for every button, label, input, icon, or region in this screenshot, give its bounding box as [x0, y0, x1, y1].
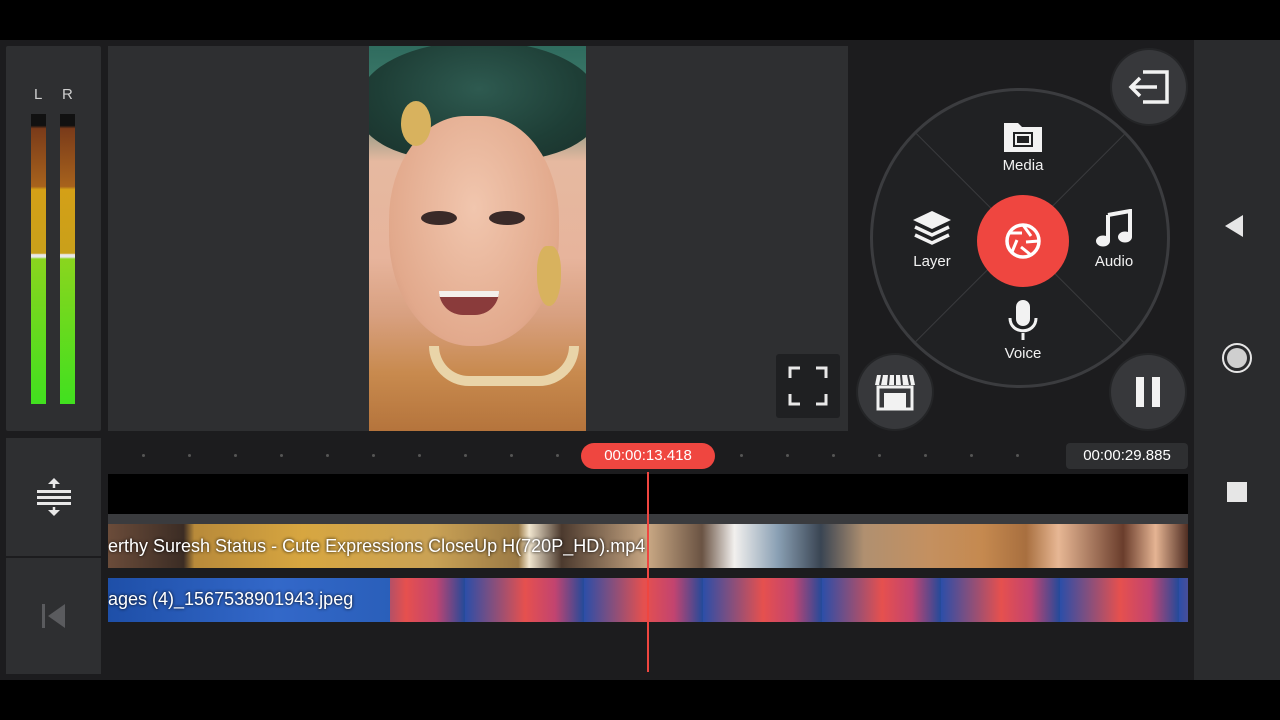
- track-height-icon: [36, 478, 71, 516]
- ruler-tick: [786, 454, 789, 457]
- ruler-tick: [326, 454, 329, 457]
- ruler-tick: [464, 454, 467, 457]
- video-editor: L R Media Layer Audio Voice 00:00:13.418…: [0, 40, 1280, 680]
- skip-to-start-icon: [41, 604, 65, 628]
- timeline-ruler[interactable]: 00:00:13.418 00:00:29.885: [108, 438, 1188, 474]
- system-navigation-bar: [1194, 40, 1280, 680]
- skip-to-start-button[interactable]: [6, 558, 101, 674]
- ruler-tick: [832, 454, 835, 457]
- music-note-icon: [1096, 209, 1132, 247]
- ruler-tick: [280, 454, 283, 457]
- ruler-tick: [740, 454, 743, 457]
- home-icon[interactable]: [1222, 343, 1252, 373]
- playhead[interactable]: [647, 472, 649, 672]
- ruler-tick: [924, 454, 927, 457]
- media-folder-icon: [1004, 123, 1042, 152]
- left-channel-bar: [31, 114, 46, 404]
- preview-frame[interactable]: [369, 46, 586, 431]
- fullscreen-icon: [788, 366, 828, 406]
- ruler-tick: [878, 454, 881, 457]
- track-height-button[interactable]: [6, 438, 101, 556]
- media-label: Media: [1002, 157, 1044, 174]
- ruler-tick: [372, 454, 375, 457]
- ruler-tick: [556, 454, 559, 457]
- audio-label: Audio: [1094, 253, 1134, 270]
- exit-icon: [1128, 70, 1169, 104]
- layer-button[interactable]: Layer: [887, 209, 977, 270]
- ruler-tick: [1016, 454, 1019, 457]
- total-duration: 00:00:29.885: [1066, 443, 1188, 469]
- right-channel-label: R: [62, 86, 73, 103]
- current-time-indicator: 00:00:13.418: [581, 443, 715, 469]
- preview-panel: [108, 46, 848, 431]
- ruler-tick: [970, 454, 973, 457]
- right-channel-bar: [60, 114, 75, 404]
- audio-button[interactable]: Audio: [1069, 209, 1159, 270]
- exit-button[interactable]: [1112, 50, 1186, 124]
- fullscreen-button[interactable]: [776, 354, 840, 418]
- microphone-icon: [1008, 300, 1038, 340]
- ruler-tick: [142, 454, 145, 457]
- play-pause-button[interactable]: [1111, 355, 1185, 429]
- asset-store-icon: [875, 374, 915, 411]
- back-icon[interactable]: [1225, 215, 1243, 237]
- voice-label: Voice: [1004, 345, 1042, 362]
- ruler-tick: [418, 454, 421, 457]
- ruler-tick: [234, 454, 237, 457]
- camera-shutter-icon: [1005, 223, 1041, 259]
- ruler-tick: [510, 454, 513, 457]
- audio-level-meter: L R: [6, 46, 101, 431]
- record-button[interactable]: [977, 195, 1069, 287]
- voice-button[interactable]: Voice: [978, 299, 1068, 362]
- left-channel-label: L: [34, 86, 43, 103]
- media-button[interactable]: Media: [978, 119, 1068, 174]
- layer-label: Layer: [913, 253, 951, 270]
- image-clip-label: ages (4)_1567538901943.jpeg: [108, 589, 354, 609]
- ruler-tick: [188, 454, 191, 457]
- layers-icon: [913, 211, 951, 245]
- pause-icon: [1136, 377, 1160, 407]
- video-clip-label: erthy Suresh Status - Cute Expressions C…: [108, 536, 646, 556]
- radial-menu: Media Layer Audio Voice: [870, 88, 1170, 388]
- recent-apps-icon[interactable]: [1227, 482, 1247, 502]
- asset-store-button[interactable]: [858, 355, 932, 429]
